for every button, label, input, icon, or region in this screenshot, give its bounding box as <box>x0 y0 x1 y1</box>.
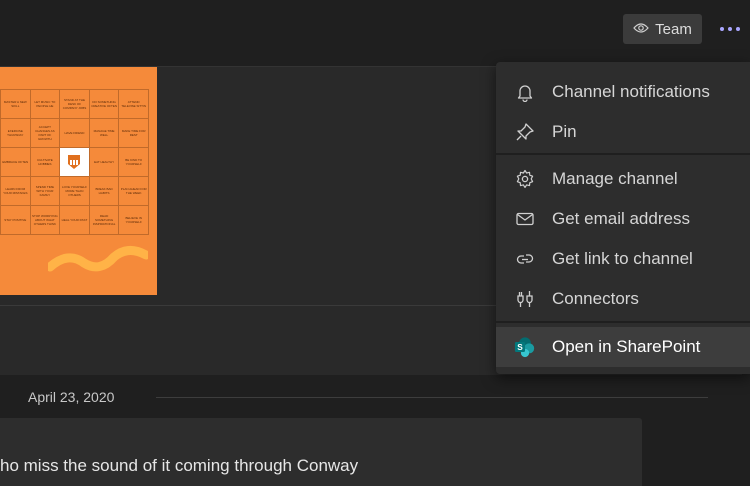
bingo-cell: HAVE FRIEND <box>60 119 90 148</box>
bingo-cell: ATTEND TELEVISE SITTIN <box>119 90 149 119</box>
menu-item-label: Manage channel <box>552 169 678 188</box>
menu-item-open-in-sharepoint[interactable]: S Open in SharePoint <box>496 327 750 367</box>
bingo-grid: MASTER A NEW SKILL LET MUSIC TO PEOPLE HE… <box>0 89 149 235</box>
menu-item-get-link-to-channel[interactable]: Get link to channel <box>496 239 750 279</box>
bingo-cell: EMBRACE OFTEN <box>1 148 31 177</box>
bingo-cell: LOVE YOURSELF MORE THAN OTHERS <box>60 177 90 206</box>
eye-icon <box>633 21 649 38</box>
bingo-cell: PLAN AHEAD FOR THE WEEK <box>119 177 149 206</box>
link-icon <box>514 248 536 270</box>
bingo-cell: MANAGE TIME WELL <box>89 119 120 148</box>
menu-item-manage-channel[interactable]: Manage channel <box>496 159 750 199</box>
bingo-cell: STAY POSITIVE <box>1 206 31 235</box>
date-line <box>156 397 708 398</box>
menu-item-pin[interactable]: Pin <box>496 112 750 152</box>
menu-item-label: Get email address <box>552 209 690 228</box>
bingo-cell: BREAK BAD HABITS <box>89 177 120 206</box>
bingo-cell: CULTIVATE HOBBIES <box>30 148 61 177</box>
menu-item-get-email-address[interactable]: Get email address <box>496 199 750 239</box>
bingo-cell: HEAL YOUR PAST <box>60 206 90 235</box>
sharepoint-icon: S <box>514 336 536 358</box>
channel-options-menu: Channel notifications Pin Manage channel… <box>496 62 750 374</box>
menu-item-label: Get link to channel <box>552 249 693 268</box>
bingo-cell: SPEND TIME WITH YOUR FAMILY <box>30 177 61 206</box>
menu-item-label: Channel notifications <box>552 82 710 101</box>
message-text: ho miss the sound of it coming through C… <box>0 456 359 475</box>
bingo-cell: MAKE TIME FOR REST <box>119 119 149 148</box>
menu-item-label: Open in SharePoint <box>552 337 701 356</box>
svg-text:S: S <box>517 343 523 352</box>
bingo-cell: LET MUSIC TO PEOPLE HE <box>30 90 61 119</box>
bell-icon <box>514 81 536 103</box>
more-options-button[interactable] <box>713 14 747 44</box>
bingo-center-logo <box>60 148 90 177</box>
bingo-cell: EXERCISE THURSDAY <box>1 119 31 148</box>
mail-icon <box>514 208 536 230</box>
menu-item-label: Connectors <box>552 289 639 308</box>
menu-item-label: Pin <box>552 122 577 141</box>
menu-separator <box>496 153 750 155</box>
bingo-cell: MASTER A NEW SKILL <box>1 90 31 119</box>
bingo-cell: ACCEPT CHANGES AS PART OF GROWTH <box>30 119 61 148</box>
connectors-icon <box>514 288 536 310</box>
bingo-cell: READ SOMETHING INSPIRATIONAL <box>89 206 120 235</box>
menu-separator <box>496 321 750 323</box>
team-visibility-button[interactable]: Team <box>623 14 702 44</box>
bingo-cell: STAND AT THE DESK OF COMPANY JOBS <box>60 90 90 119</box>
bingo-cell: BELIEVE IN YOURSELF <box>119 206 149 235</box>
bingo-cell: STOP WORRYING ABOUT WHAT OTHERS THINK <box>30 206 61 235</box>
team-button-label: Team <box>655 20 692 38</box>
bingo-cell: DO SOMETHING CREATIVE OFTEN <box>89 90 120 119</box>
squiggle-decoration <box>48 246 148 272</box>
menu-item-channel-notifications[interactable]: Channel notifications <box>496 72 750 112</box>
pin-icon <box>514 121 536 143</box>
bingo-cell: EAT HEALTHY <box>89 148 120 177</box>
bingo-cell: BE KIND TO YOURSELF <box>119 148 149 177</box>
bingo-image[interactable]: MASTER A NEW SKILL LET MUSIC TO PEOPLE HE… <box>0 67 157 295</box>
gear-icon <box>514 168 536 190</box>
bingo-cell: LEARN FROM YOUR MISTAKES <box>1 177 31 206</box>
menu-item-connectors[interactable]: Connectors <box>496 279 750 319</box>
date-label: April 23, 2020 <box>28 389 115 405</box>
